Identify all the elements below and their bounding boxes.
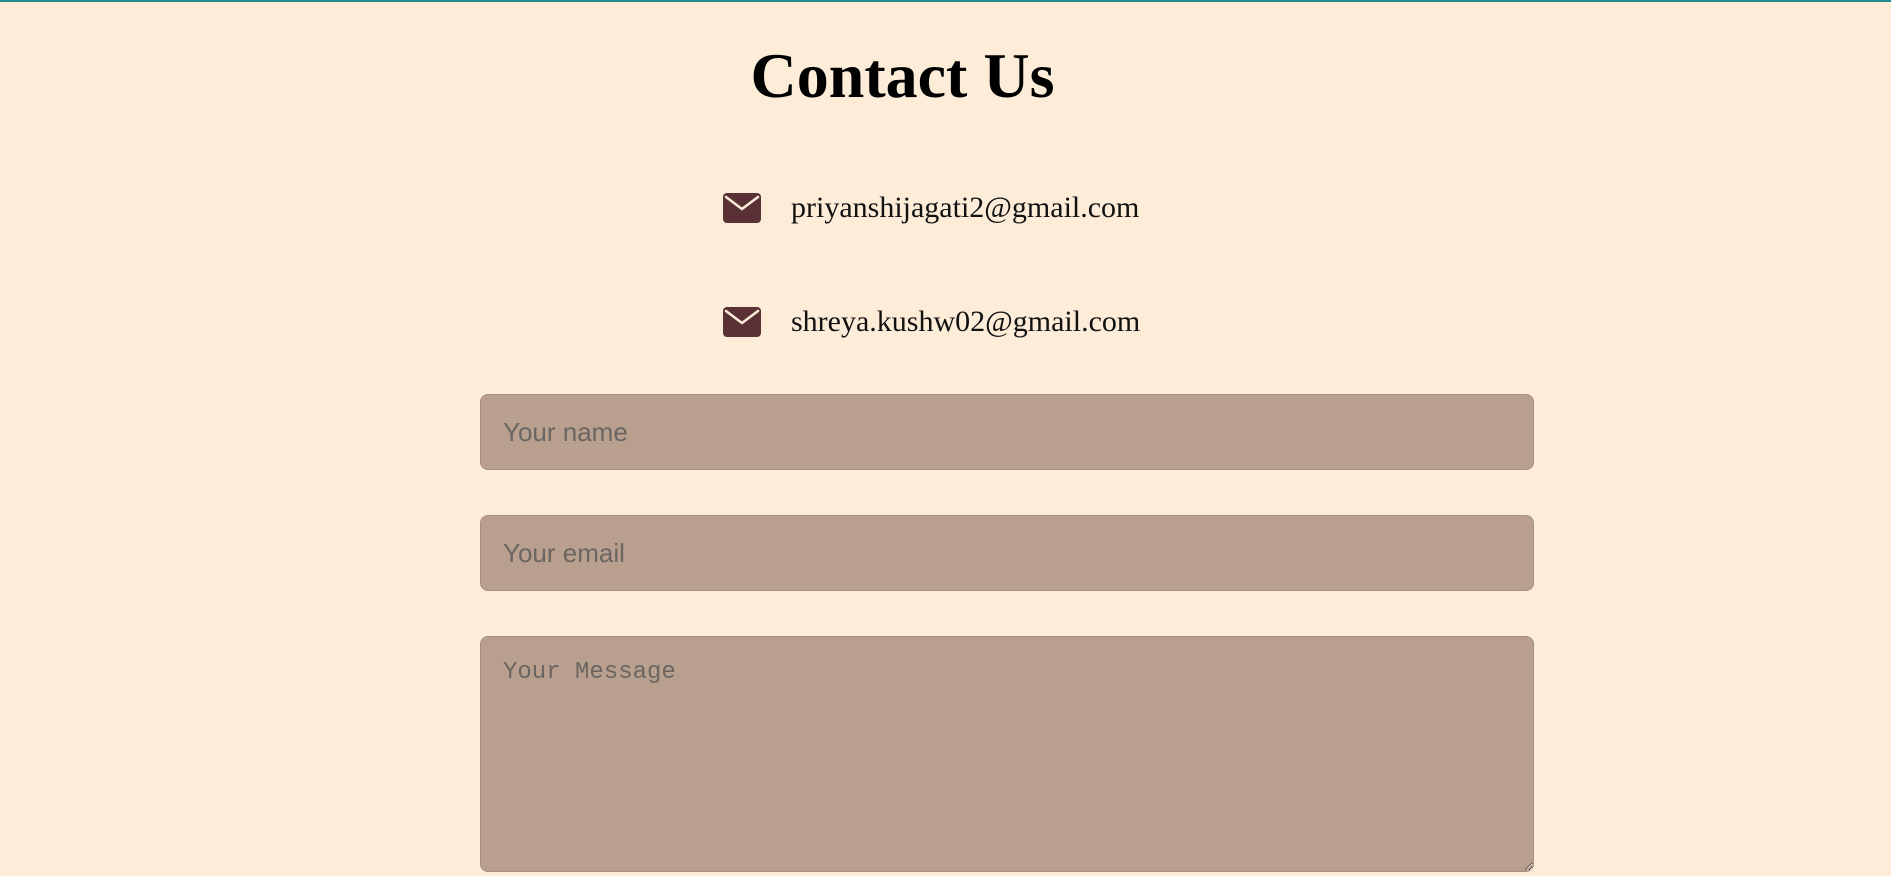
contact-email: shreya.kushw02@gmail.com <box>791 305 1141 338</box>
page-title: Contact Us <box>750 40 1055 111</box>
contact-item-1: priyanshijagati2@gmail.com <box>722 184 1139 232</box>
email-input[interactable] <box>480 515 1534 591</box>
top-border <box>0 0 1891 2</box>
envelope-icon <box>722 306 762 338</box>
contact-email: priyanshijagati2@gmail.com <box>791 191 1140 224</box>
envelope-icon <box>722 192 762 224</box>
contact-item-2: shreya.kushw02@gmail.com <box>722 298 1140 346</box>
name-input[interactable] <box>480 394 1534 470</box>
message-textarea[interactable] <box>480 636 1534 872</box>
